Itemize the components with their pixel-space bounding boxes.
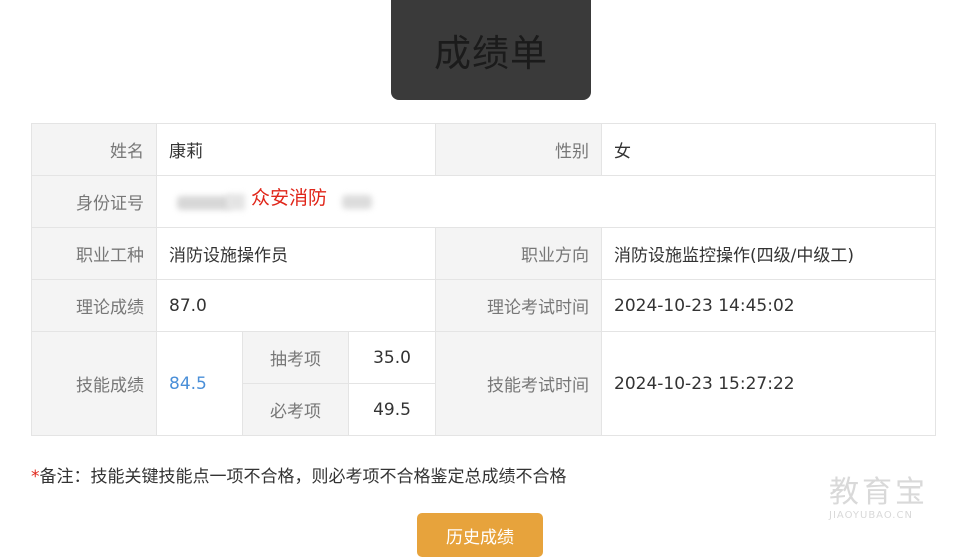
id-watermark: 众安消防 [251, 187, 328, 209]
skill-score-link[interactable]: 84.5 [169, 374, 207, 394]
theory-time-value: 2024-10-23 14:45:02 [601, 279, 937, 332]
direction-value: 消防设施监控操作(四级/中级工) [601, 227, 937, 280]
table-row: 姓名 康莉 性别 女 [31, 123, 937, 176]
site-watermark-url: JIAOYUBAO.CN [829, 510, 913, 521]
theory-label: 理论成绩 [31, 279, 157, 332]
required-label: 必考项 [242, 383, 349, 436]
history-scores-button[interactable]: 历史成绩 [417, 513, 543, 557]
name-label: 姓名 [31, 123, 157, 176]
gender-value: 女 [601, 123, 937, 176]
page-title-box: 成绩单 [391, 0, 591, 100]
id-redacted-blur [342, 195, 372, 209]
site-watermark-logo: 教育宝 [829, 475, 928, 510]
remark-note: *备注：技能关键技能点一项不合格，则必考项不合格鉴定总成绩不合格 [31, 462, 567, 487]
table-row: 职业工种 消防设施操作员 职业方向 消防设施监控操作(四级/中级工) [31, 227, 937, 280]
page-title: 成绩单 [434, 32, 548, 75]
direction-label: 职业方向 [435, 227, 603, 280]
draw-value: 35.0 [347, 331, 437, 384]
remark-text: 备注：技能关键技能点一项不合格，则必考项不合格鉴定总成绩不合格 [39, 467, 567, 487]
skill-time-value: 2024-10-23 15:27:22 [601, 331, 937, 436]
theory-time-label: 理论考试时间 [435, 279, 603, 332]
theory-value: 87.0 [155, 279, 437, 332]
gender-label: 性别 [435, 123, 603, 176]
skill-value[interactable]: 84.5 [156, 331, 243, 436]
job-value: 消防设施操作员 [155, 227, 437, 280]
draw-label: 抽考项 [242, 331, 349, 384]
required-value: 49.5 [347, 383, 437, 436]
table-row: 理论成绩 87.0 理论考试时间 2024-10-23 14:45:02 [31, 279, 937, 332]
site-watermark: 教育宝 JIAOYUBAO.CN [829, 476, 941, 528]
table-row: 身份证号 众安消防 [31, 175, 937, 228]
skill-label: 技能成绩 [31, 331, 157, 436]
grade-table: 姓名 康莉 性别 女 身份证号 众安消防 职业工种 消防设施操作员 职业方向 消… [31, 123, 937, 436]
table-row: 技能成绩 84.5 抽考项 35.0 技能考试时间 2024-10-23 15:… [31, 331, 937, 436]
id-label: 身份证号 [31, 175, 157, 228]
id-redacted-blur [227, 194, 245, 210]
id-value-cell: 众安消防 [155, 175, 937, 228]
skill-time-label: 技能考试时间 [435, 331, 603, 436]
required-star: * [31, 467, 40, 487]
name-value: 康莉 [155, 123, 437, 176]
id-redacted-blur [177, 196, 231, 210]
job-label: 职业工种 [31, 227, 157, 280]
